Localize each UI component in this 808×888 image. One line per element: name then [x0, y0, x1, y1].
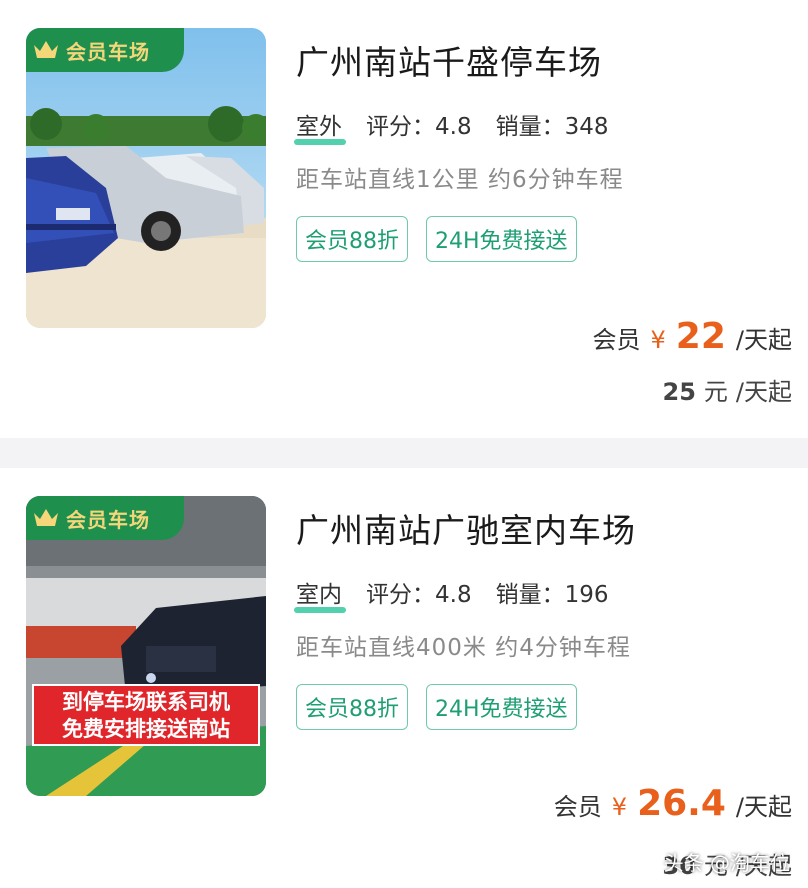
free-shuttle-badge: 24H免费接送 — [426, 684, 577, 730]
member-price-amount: 26.4 — [637, 783, 726, 824]
member-price: 会员 ¥ 22 /天起 — [593, 316, 792, 357]
regular-price-unit: /天起 — [735, 378, 792, 406]
lot-type-label: 室外 — [294, 107, 346, 145]
member-lot-tag: 会员车场 — [26, 28, 184, 72]
member-discount-badge: 会员88折 — [296, 684, 408, 730]
member-price-label: 会员 — [553, 793, 602, 821]
shuttle-notice-banner: 到停车场联系司机 免费安排接送南站 — [32, 684, 260, 746]
lot-type-label: 室内 — [294, 575, 346, 613]
banner-line-1: 到停车场联系司机 — [62, 690, 230, 714]
member-discount-badge: 会员88折 — [296, 216, 408, 262]
outdoor-parking-image — [26, 28, 266, 328]
benefit-badges: 会员88折 24H免费接送 — [296, 684, 577, 730]
crown-icon — [34, 41, 58, 58]
source-watermark: 头条 @淘车位 — [663, 851, 790, 875]
parking-listing-card[interactable]: 会员车场 到停车场联系司机 免费安排接送南站 广州南站广驰室内车场 室内 评分：… — [0, 468, 808, 888]
member-price-label: 会员 — [592, 326, 641, 354]
member-lot-tag-label: 会员车场 — [66, 507, 150, 532]
crown-icon — [34, 509, 58, 526]
listing-meta: 室内 评分：4.8 销量：196 — [294, 575, 609, 613]
currency-symbol: ¥ — [611, 793, 628, 821]
indoor-parking-image — [26, 496, 266, 796]
sales-count: 销量：196 — [495, 582, 609, 608]
sales-count: 销量：348 — [495, 114, 609, 140]
parking-lot-photo[interactable]: 会员车场 到停车场联系司机 免费安排接送南站 — [26, 496, 266, 796]
rating: 评分：4.8 — [366, 114, 472, 140]
member-price: 会员 ¥ 26.4 /天起 — [554, 783, 792, 824]
listing-title[interactable]: 广州南站广驰室内车场 — [296, 504, 636, 552]
regular-price: 25 元 /天起 — [663, 372, 793, 407]
distance-info: 距车站直线400米 约4分钟车程 — [296, 635, 631, 661]
rating: 评分：4.8 — [366, 582, 472, 608]
banner-line-2: 免费安排接送南站 — [62, 717, 230, 741]
member-lot-tag-label: 会员车场 — [66, 39, 150, 64]
parking-listing-card[interactable]: 会员车场 广州南站千盛停车场 室外 评分：4.8 销量：348 距车站直线1公里… — [0, 0, 808, 438]
listing-title[interactable]: 广州南站千盛停车场 — [296, 36, 602, 84]
benefit-badges: 会员88折 24H免费接送 — [296, 216, 577, 262]
currency-symbol: ¥ — [650, 326, 666, 354]
member-lot-tag: 会员车场 — [26, 496, 184, 540]
regular-price-amount: 25 — [662, 378, 696, 406]
parking-lot-photo[interactable]: 会员车场 — [26, 28, 266, 328]
regular-price-currency: 元 — [703, 378, 728, 406]
listing-meta: 室外 评分：4.8 销量：348 — [294, 107, 609, 145]
free-shuttle-badge: 24H免费接送 — [426, 216, 577, 262]
member-price-amount: 22 — [675, 316, 726, 357]
price-unit: /天起 — [735, 793, 792, 821]
distance-info: 距车站直线1公里 约6分钟车程 — [296, 167, 624, 193]
price-unit: /天起 — [735, 326, 792, 354]
